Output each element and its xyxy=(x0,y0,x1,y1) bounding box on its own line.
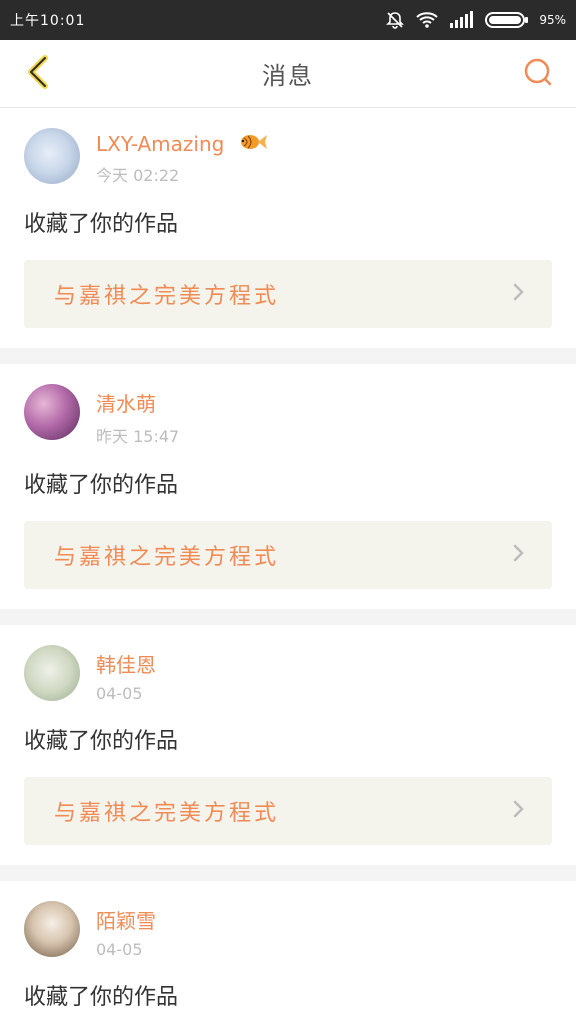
action-text: 收藏了你的作品 xyxy=(24,212,179,237)
message-meta: LXY-Amazing 今天 02:22 xyxy=(96,128,268,186)
username[interactable]: 清水萌 xyxy=(96,388,156,417)
back-button[interactable] xyxy=(18,54,58,94)
message-meta: 陌颖雪 04-05 xyxy=(96,901,156,959)
work-title: 与嘉祺之完美方程式 xyxy=(54,284,280,309)
message-card: LXY-Amazing 今天 02:22 收藏了你的作品 与嘉祺之完美方程式 xyxy=(0,108,576,348)
goldfish-icon xyxy=(238,132,268,156)
search-button[interactable] xyxy=(518,54,558,94)
status-time: 上午10:01 xyxy=(10,13,86,29)
signal-icon xyxy=(449,11,475,29)
chevron-right-icon xyxy=(510,543,526,567)
message-time: 04-05 xyxy=(96,684,143,703)
message-list: LXY-Amazing 今天 02:22 收藏了你的作品 与嘉祺之完美方程式 清… xyxy=(0,108,576,1011)
username[interactable]: LXY-Amazing xyxy=(96,132,224,156)
avatar[interactable] xyxy=(24,384,80,440)
message-card: 韩佳恩 04-05 收藏了你的作品 与嘉祺之完美方程式 xyxy=(0,625,576,865)
message-header: 陌颖雪 04-05 xyxy=(24,901,552,959)
status-bar: 上午10:01 95% xyxy=(0,0,576,40)
message-meta: 清水萌 昨天 15:47 xyxy=(96,384,179,447)
chevron-left-icon xyxy=(24,52,52,96)
message-time: 04-05 xyxy=(96,940,143,959)
chevron-right-icon xyxy=(510,799,526,823)
chevron-right-icon xyxy=(510,282,526,306)
avatar[interactable] xyxy=(24,901,80,957)
action-text: 收藏了你的作品 xyxy=(24,473,179,498)
username[interactable]: 陌颖雪 xyxy=(96,905,156,934)
mute-bell-icon xyxy=(385,10,405,30)
name-row: 韩佳恩 xyxy=(96,649,156,678)
work-link[interactable]: 与嘉祺之完美方程式 xyxy=(24,777,552,845)
avatar[interactable] xyxy=(24,128,80,184)
work-link[interactable]: 与嘉祺之完美方程式 xyxy=(24,521,552,589)
name-row: 清水萌 xyxy=(96,388,179,417)
work-title: 与嘉祺之完美方程式 xyxy=(54,545,280,570)
wifi-icon xyxy=(415,11,439,29)
search-icon xyxy=(521,55,555,93)
page-title: 消息 xyxy=(262,62,314,90)
message-header: 清水萌 昨天 15:47 xyxy=(24,384,552,447)
action-text: 收藏了你的作品 xyxy=(24,729,179,754)
message-time: 昨天 15:47 xyxy=(96,427,180,446)
action-text: 收藏了你的作品 xyxy=(24,985,179,1010)
battery-percent: 95% xyxy=(539,13,566,27)
name-row: 陌颖雪 xyxy=(96,905,156,934)
message-card: 陌颖雪 04-05 收藏了你的作品 xyxy=(0,881,576,1011)
message-meta: 韩佳恩 04-05 xyxy=(96,645,156,703)
message-card: 清水萌 昨天 15:47 收藏了你的作品 与嘉祺之完美方程式 xyxy=(0,364,576,609)
work-link[interactable]: 与嘉祺之完美方程式 xyxy=(24,260,552,328)
work-title: 与嘉祺之完美方程式 xyxy=(54,801,280,826)
message-header: LXY-Amazing 今天 02:22 xyxy=(24,128,552,186)
app-header: 消息 xyxy=(0,40,576,108)
message-header: 韩佳恩 04-05 xyxy=(24,645,552,703)
username[interactable]: 韩佳恩 xyxy=(96,649,156,678)
message-time: 今天 02:22 xyxy=(96,166,180,185)
name-row: LXY-Amazing xyxy=(96,132,268,156)
status-icons: 95% xyxy=(385,10,566,30)
avatar[interactable] xyxy=(24,645,80,701)
battery-icon xyxy=(485,11,529,29)
